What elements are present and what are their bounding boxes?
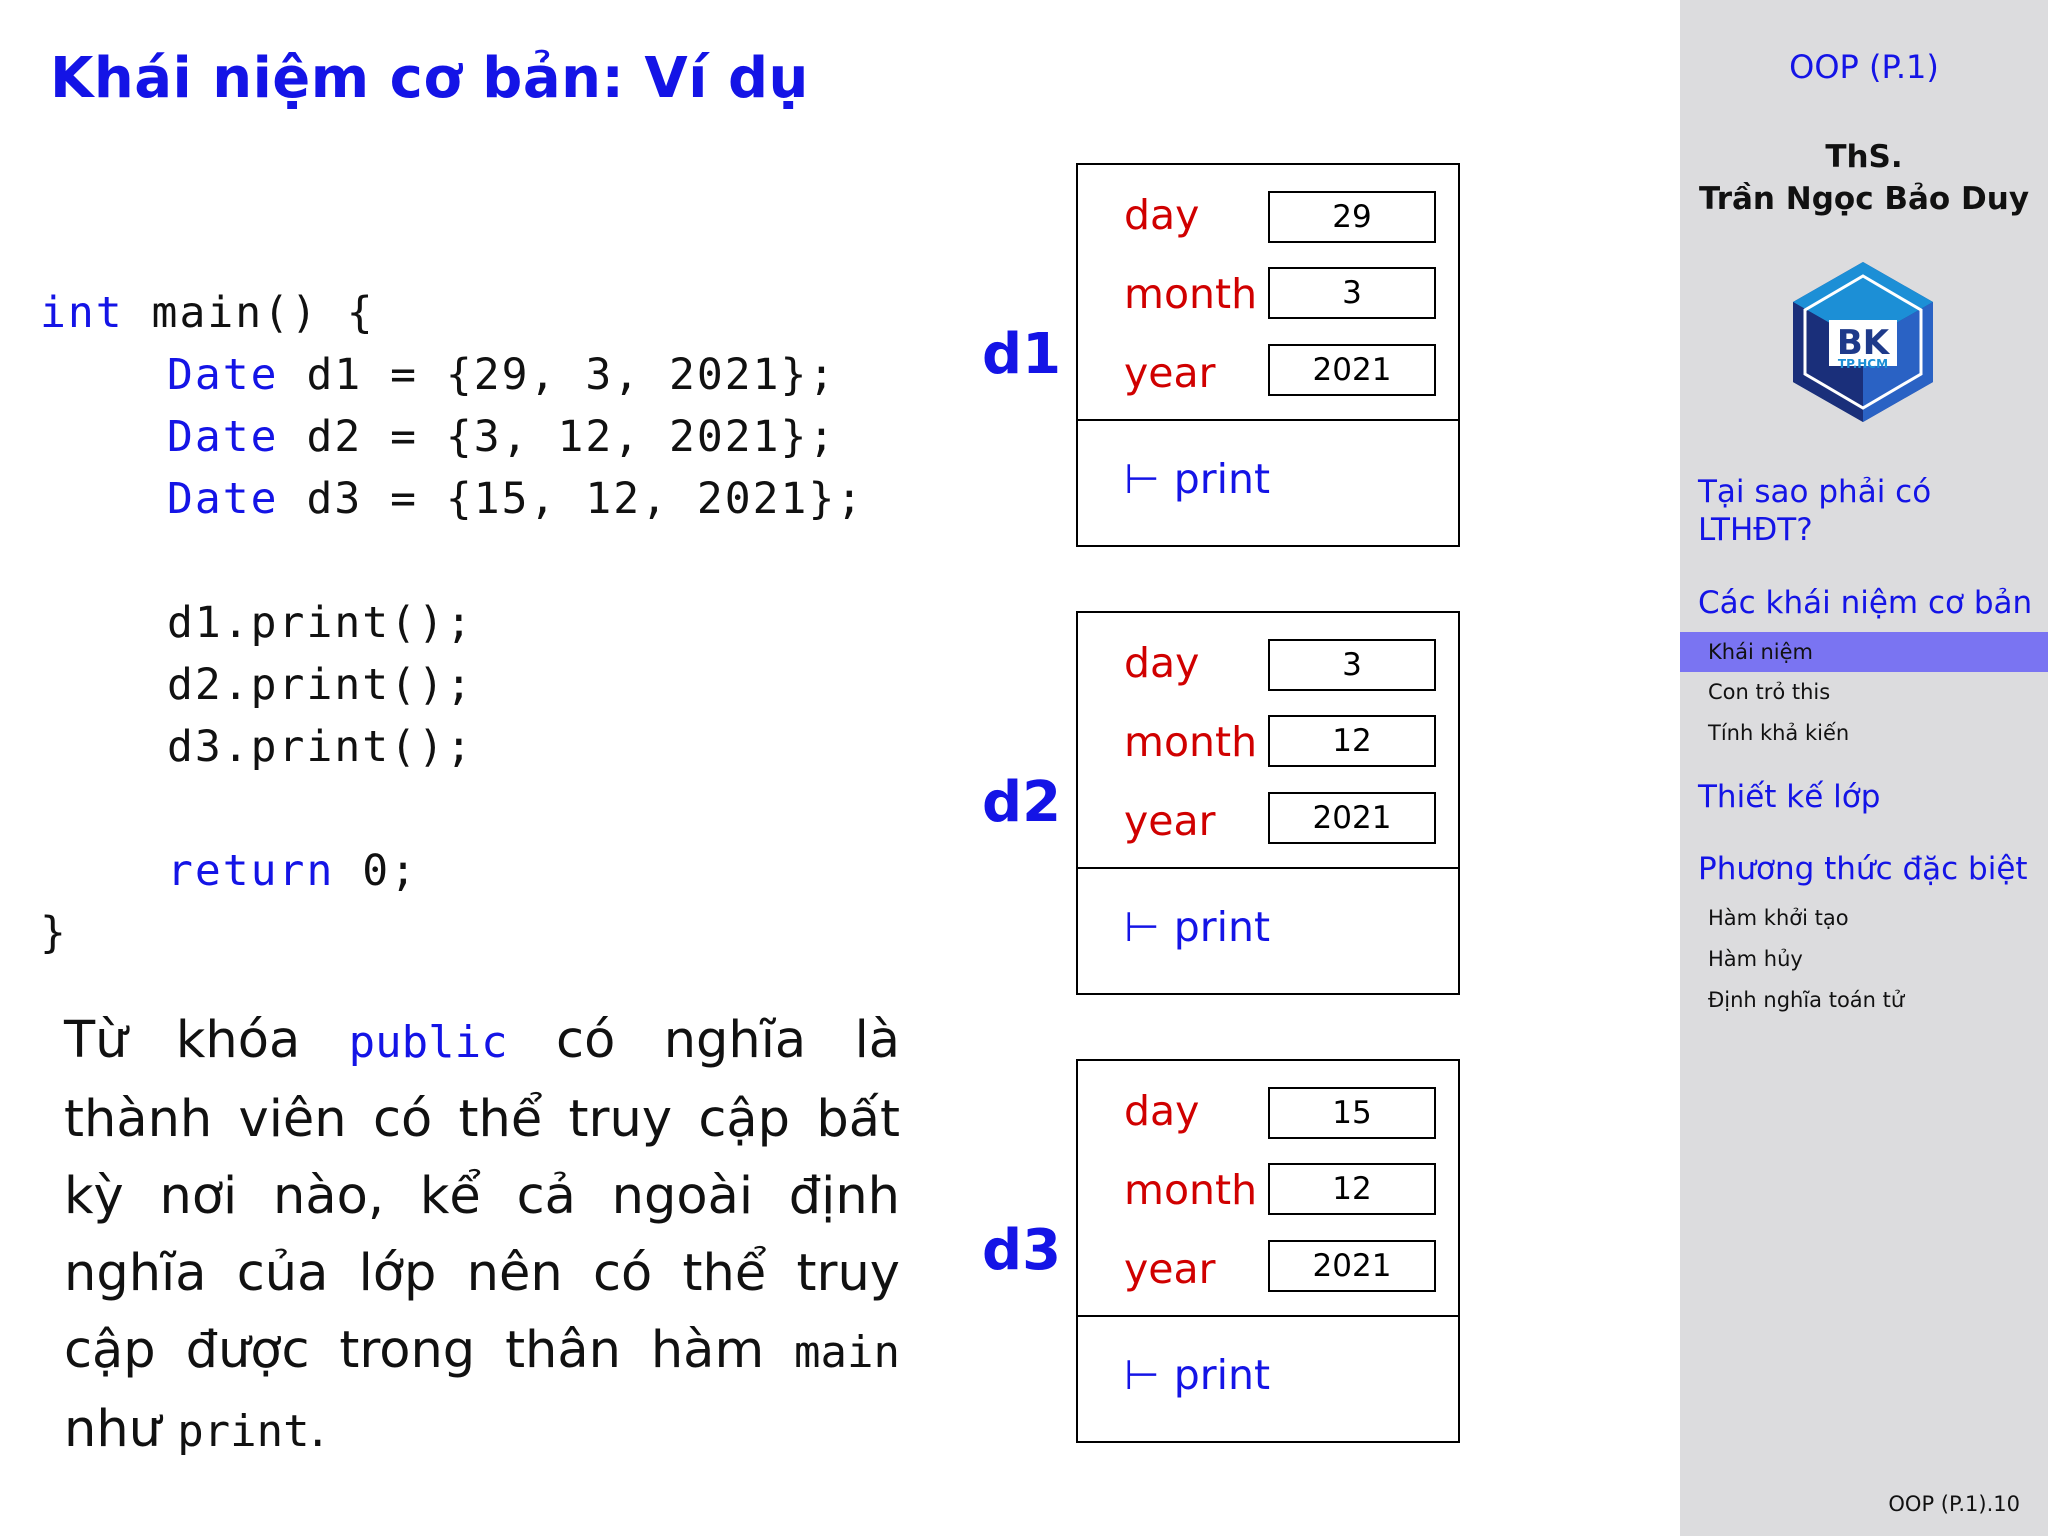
code-keyword: Date [167, 474, 279, 524]
sidebar-sub[interactable]: Hàm khởi tạo [1708, 906, 1849, 930]
field-value: 12 [1268, 1163, 1436, 1215]
keyword-main: main [794, 1327, 900, 1378]
object-box-d3: day 15 month 12 year 2021 ⊢ print [1076, 1059, 1460, 1443]
method-name: print [1173, 1351, 1271, 1399]
para-text: . [309, 1400, 326, 1459]
sidebar-sub[interactable]: Con trỏ this [1708, 680, 1830, 704]
field-name: day [1124, 191, 1200, 239]
logo-subtext: TP.HCM [1838, 357, 1888, 371]
field-name: month [1124, 718, 1258, 766]
code-keyword: Date [167, 412, 279, 462]
author-title: ThS. [1825, 139, 1903, 175]
object-label-d1: d1 [982, 322, 1062, 387]
code-line: return 0; [40, 840, 864, 902]
keyword-public: public [348, 1017, 508, 1068]
para-text: như [64, 1400, 178, 1459]
sidebar-section[interactable]: Thiết kế lớp [1698, 778, 2038, 816]
bk-logo-icon: BK TP.HCM [1793, 262, 1933, 422]
code-line: Date d1 = {29, 3, 2021}; [40, 344, 864, 406]
method-entry: ⊢ print [1124, 903, 1270, 951]
sidebar-sub[interactable]: Tính khả kiến [1708, 721, 1849, 745]
code-text: d1.print(); [167, 598, 474, 648]
page-number: OOP (P.1).10 [1888, 1492, 2020, 1516]
field-value: 3 [1268, 267, 1436, 319]
method-icon: ⊢ [1124, 903, 1160, 951]
sidebar-section[interactable]: Tại sao phải có LTHĐT? [1698, 473, 2038, 549]
para-text: Từ khóa [64, 1011, 349, 1070]
field-value: 15 [1268, 1087, 1436, 1139]
field-value: 2021 [1268, 1240, 1436, 1292]
code-line: int main() { [40, 282, 864, 344]
code-text: d1 = {29, 3, 2021}; [278, 350, 837, 400]
code-line: d3.print(); [40, 716, 864, 778]
slide-title: Khái niệm cơ bản: Ví dụ [50, 46, 809, 111]
sidebar-section[interactable]: Phương thức đặc biệt [1698, 850, 2038, 888]
code-block: int main() { Date d1 = {29, 3, 2021}; Da… [40, 282, 864, 964]
object-label-d3: d3 [982, 1218, 1062, 1283]
object-fields: day 3 month 12 year 2021 [1078, 613, 1458, 869]
code-keyword: return [167, 846, 335, 896]
field-value: 2021 [1268, 344, 1436, 396]
field-name: year [1124, 797, 1216, 845]
sidebar-title[interactable]: OOP (P.1) [1680, 48, 2048, 86]
field-value: 12 [1268, 715, 1436, 767]
field-name: year [1124, 349, 1216, 397]
code-line: } [40, 902, 864, 964]
object-box-d1: day 29 month 3 year 2021 ⊢ print [1076, 163, 1460, 547]
code-text: d3.print(); [167, 722, 474, 772]
code-text: d2 = {3, 12, 2021}; [278, 412, 837, 462]
code-keyword: Date [167, 350, 279, 400]
code-line: d1.print(); [40, 592, 864, 654]
field-name: day [1124, 1087, 1200, 1135]
method-entry: ⊢ print [1124, 1351, 1270, 1399]
field-value: 2021 [1268, 792, 1436, 844]
code-text: d3 = {15, 12, 2021}; [278, 474, 865, 524]
keyword-print: print [177, 1406, 310, 1457]
field-name: month [1124, 1166, 1258, 1214]
method-icon: ⊢ [1124, 1351, 1160, 1399]
sidebar-sub[interactable]: Định nghĩa toán tử [1708, 988, 1904, 1012]
sidebar: OOP (P.1) ThS. Trần Ngọc Bảo Duy BK TP.H… [1680, 0, 2048, 1536]
author-name: Trần Ngọc Bảo Duy [1698, 181, 2030, 217]
code-text: 0; [334, 846, 419, 896]
method-entry: ⊢ print [1124, 455, 1270, 503]
sidebar-sub-label: Khái niệm [1708, 640, 1813, 664]
method-name: print [1173, 903, 1271, 951]
code-text: main() { [123, 288, 375, 338]
sidebar-sub-active[interactable]: Khái niệm [1680, 632, 2048, 672]
sidebar-sub[interactable]: Hàm hủy [1708, 947, 1803, 971]
code-line: Date d2 = {3, 12, 2021}; [40, 406, 864, 468]
code-text: d2.print(); [167, 660, 474, 710]
object-fields: day 15 month 12 year 2021 [1078, 1061, 1458, 1317]
object-box-d2: day 3 month 12 year 2021 ⊢ print [1076, 611, 1460, 995]
method-name: print [1173, 455, 1271, 503]
object-fields: day 29 month 3 year 2021 [1078, 165, 1458, 421]
field-value: 29 [1268, 191, 1436, 243]
code-keyword: int [40, 288, 124, 338]
code-line: d2.print(); [40, 654, 864, 716]
field-name: month [1124, 270, 1258, 318]
field-value: 3 [1268, 639, 1436, 691]
sidebar-author: ThS. Trần Ngọc Bảo Duy [1680, 136, 2048, 220]
code-line: Date d3 = {15, 12, 2021}; [40, 468, 864, 530]
method-icon: ⊢ [1124, 455, 1160, 503]
sidebar-section[interactable]: Các khái niệm cơ bản [1698, 584, 2038, 622]
object-label-d2: d2 [982, 770, 1062, 835]
code-text: } [40, 908, 68, 958]
explanation-paragraph: Từ khóa public có nghĩa là thành viên có… [64, 1002, 900, 1470]
field-name: day [1124, 639, 1200, 687]
field-name: year [1124, 1245, 1216, 1293]
